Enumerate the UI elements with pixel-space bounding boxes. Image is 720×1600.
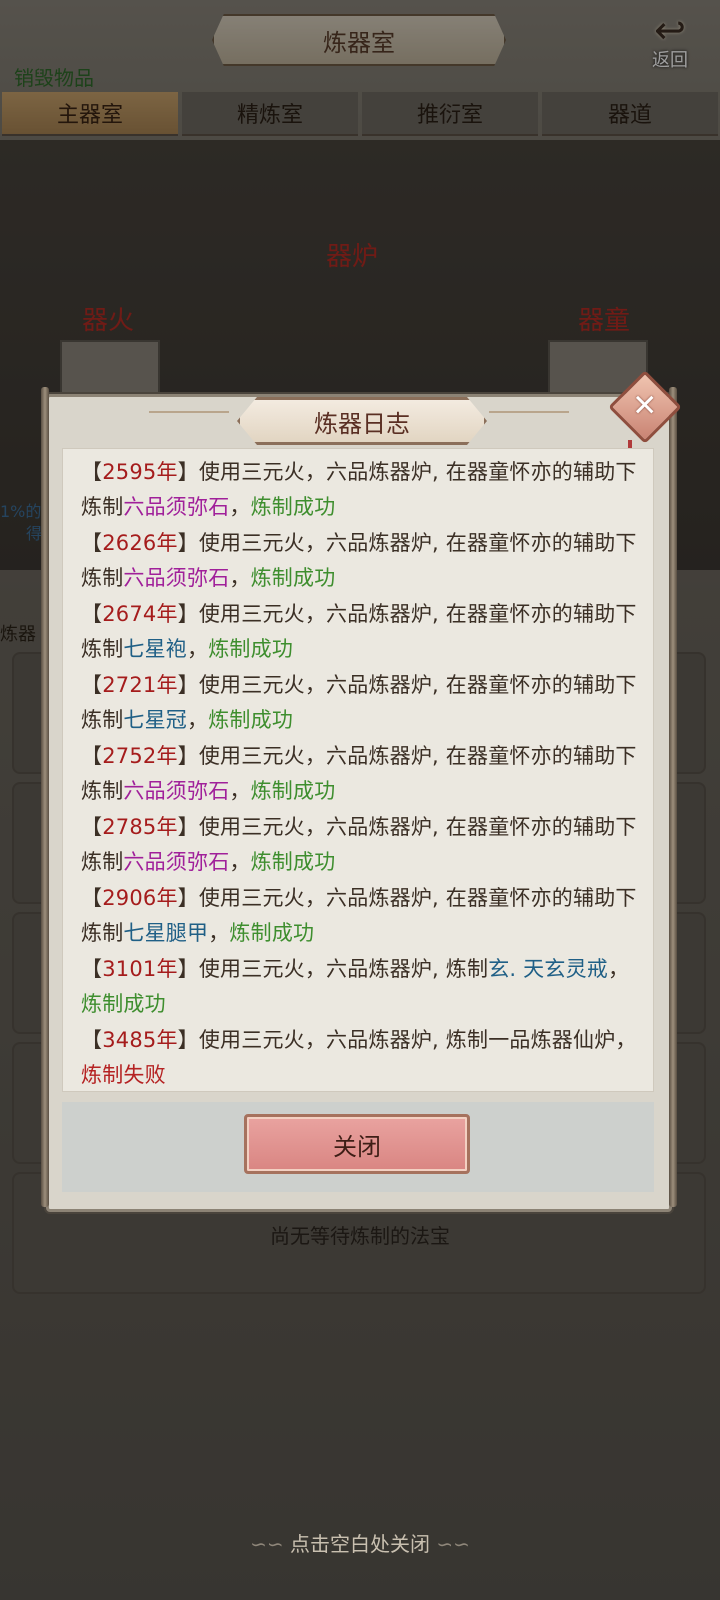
log-result: 炼制成功 — [229, 921, 315, 945]
close-button[interactable]: 关闭 — [244, 1114, 470, 1174]
log-comma: ， — [208, 921, 230, 945]
bracket-close: 】 — [177, 815, 199, 839]
title-divider-left — [149, 411, 229, 413]
tap-to-close-label: 点击空白处关闭 — [290, 1532, 430, 1556]
log-item: 七星腿甲 — [123, 921, 209, 945]
log-result: 炼制成功 — [81, 992, 166, 1016]
log-text: 使用三元火，六品炼器炉, 炼制一品炼器仙炉 — [198, 1028, 616, 1052]
log-year: 2674年 — [102, 602, 178, 626]
log-year: 2595年 — [102, 460, 178, 484]
bracket-close: 】 — [177, 602, 199, 626]
log-year: 3101年 — [102, 957, 178, 981]
bracket-open: 【 — [81, 531, 103, 555]
log-entry: 【3101年】使用三元火，六品炼器炉, 炼制玄. 天玄灵戒， 炼制成功 — [81, 952, 639, 1022]
log-year: 2752年 — [102, 744, 178, 768]
log-year: 2626年 — [102, 531, 178, 555]
log-entry: 【3485年】使用三元火，六品炼器炉, 炼制一品炼器仙炉， 炼制失败 — [81, 1023, 639, 1093]
bracket-open: 【 — [81, 673, 103, 697]
bracket-close: 】 — [177, 957, 199, 981]
log-entry: 【2785年】使用三元火，六品炼器炉, 在器童怀亦的辅助下炼制六品须弥石，炼制成… — [81, 810, 639, 880]
forge-log-list[interactable]: 【2595年】使用三元火，六品炼器炉, 在器童怀亦的辅助下炼制六品须弥石，炼制成… — [62, 448, 654, 1092]
bracket-open: 【 — [81, 602, 103, 626]
tap-to-close-hint: ∽∽ 点击空白处关闭 ∽∽ — [0, 1528, 720, 1557]
title-divider-right — [489, 411, 569, 413]
log-result: 炼制成功 — [250, 779, 336, 803]
log-comma: ， — [229, 850, 251, 874]
log-result: 炼制成功 — [208, 637, 294, 661]
log-year: 2906年 — [102, 886, 178, 910]
bracket-close: 】 — [177, 673, 199, 697]
log-comma: ， — [229, 566, 251, 590]
log-item: 六品须弥石 — [123, 779, 230, 803]
log-text: 使用三元火，六品炼器炉, 炼制 — [198, 957, 489, 981]
bracket-open: 【 — [81, 957, 103, 981]
bracket-close: 】 — [177, 886, 199, 910]
bracket-open: 【 — [81, 744, 103, 768]
log-comma: ， — [229, 495, 251, 519]
log-item: 玄. 天玄灵戒 — [488, 957, 608, 981]
log-result: 炼制成功 — [208, 708, 294, 732]
bracket-close: 】 — [177, 744, 199, 768]
log-entry: 【2674年】使用三元火，六品炼器炉, 在器童怀亦的辅助下炼制七星袍，炼制成功 — [81, 597, 639, 667]
scroll-rod-right — [669, 387, 677, 1207]
log-item: 六品须弥石 — [123, 850, 230, 874]
bracket-open: 【 — [81, 815, 103, 839]
log-item: 六品须弥石 — [123, 566, 230, 590]
log-entry: 【2752年】使用三元火，六品炼器炉, 在器童怀亦的辅助下炼制六品须弥石，炼制成… — [81, 739, 639, 809]
close-icon: ✕ — [632, 388, 658, 424]
log-comma: ， — [607, 957, 630, 981]
dialog-title: 炼器日志 — [237, 397, 487, 445]
log-entry: 【2626年】使用三元火，六品炼器炉, 在器童怀亦的辅助下炼制六品须弥石，炼制成… — [81, 526, 639, 596]
scroll-rod-left — [41, 387, 49, 1207]
ornament-left-icon: ∽∽ — [250, 1532, 290, 1556]
log-year: 2721年 — [102, 673, 178, 697]
log-entry: 【2906年】使用三元火，六品炼器炉, 在器童怀亦的辅助下炼制七星腿甲，炼制成功 — [81, 881, 639, 951]
log-year: 2785年 — [102, 815, 178, 839]
bracket-close: 】 — [177, 531, 199, 555]
log-item: 七星冠 — [123, 708, 188, 732]
log-year: 3485年 — [102, 1028, 178, 1052]
bracket-open: 【 — [81, 1028, 103, 1052]
log-item: 六品须弥石 — [123, 495, 230, 519]
log-comma: ， — [615, 1028, 637, 1052]
log-result: 炼制成功 — [250, 850, 336, 874]
log-result: 炼制成功 — [250, 495, 336, 519]
log-comma: ， — [229, 779, 251, 803]
log-entry: 【2595年】使用三元火，六品炼器炉, 在器童怀亦的辅助下炼制六品须弥石，炼制成… — [81, 455, 639, 525]
log-comma: ， — [187, 637, 209, 661]
bracket-open: 【 — [81, 886, 103, 910]
log-comma: ， — [187, 708, 209, 732]
log-entry: 【2721年】使用三元火，六品炼器炉, 在器童怀亦的辅助下炼制七星冠，炼制成功 — [81, 668, 639, 738]
log-item: 七星袍 — [123, 637, 188, 661]
log-result: 炼制成功 — [250, 566, 336, 590]
ornament-right-icon: ∽∽ — [430, 1532, 470, 1556]
bracket-open: 【 — [81, 460, 103, 484]
bracket-close: 】 — [177, 460, 199, 484]
log-result: 炼制失败 — [81, 1063, 166, 1087]
bracket-close: 】 — [177, 1028, 199, 1052]
